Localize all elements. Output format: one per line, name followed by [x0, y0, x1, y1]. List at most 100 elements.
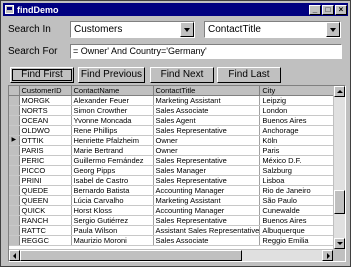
find-first-button[interactable]: Find First [10, 67, 74, 83]
vertical-scrollbar[interactable] [333, 86, 345, 249]
table-cell[interactable]: Sales Representative [153, 175, 261, 186]
table-cell[interactable]: Lúcia Carvalho [71, 195, 154, 206]
table-cell[interactable]: Accounting Manager [153, 205, 261, 216]
table-cell[interactable]: London [259, 105, 337, 116]
row-selector[interactable] [9, 205, 20, 216]
find-last-button[interactable]: Find Last [217, 67, 281, 83]
table-cell[interactable]: Sales Associate [153, 235, 261, 246]
table-cell[interactable]: Albuquerque [259, 225, 337, 236]
row-selector[interactable] [9, 175, 20, 186]
table-cell[interactable]: OTTIK [19, 135, 72, 146]
table-cell[interactable]: PARIS [19, 145, 72, 156]
table-cell[interactable]: Horst Kloss [71, 205, 154, 216]
results-grid[interactable]: CustomerID ContactName ContactTitle City… [8, 85, 346, 262]
row-selector[interactable] [9, 155, 20, 166]
row-selector[interactable] [9, 185, 20, 196]
table-cell[interactable]: Anchorage [259, 125, 337, 136]
table-cell[interactable]: Köln [259, 135, 337, 146]
table-cell[interactable]: Reggio Emilia [259, 235, 337, 246]
table-cell[interactable]: MORGK [19, 95, 72, 106]
close-button[interactable]: × [335, 4, 347, 15]
table-row[interactable]: PRINI Isabel de Castro Sales Representativ… [9, 175, 337, 186]
table-row[interactable]: PERIC Guillermo Fernández Sales Representa… [9, 155, 337, 166]
table-row[interactable]: NORTS Simon Crowther Sales Associate London [9, 105, 337, 116]
row-selector[interactable]: ▶ [9, 135, 20, 146]
column-header[interactable]: ContactTitle [153, 86, 261, 96]
field-select-chevron-down-icon[interactable] [326, 22, 340, 37]
table-row[interactable]: OLDWO Rene Phillips Sales Representative An… [9, 125, 337, 136]
table-cell[interactable]: Maurizio Moroni [71, 235, 154, 246]
column-header[interactable]: City [259, 86, 337, 96]
table-row[interactable]: MORGK Alexander Feuer Marketing Assistant L… [9, 95, 337, 106]
table-cell[interactable]: Simon Crowther [71, 105, 154, 116]
table-cell[interactable]: Guillermo Fernández [71, 155, 154, 166]
row-selector[interactable] [9, 215, 20, 226]
table-cell[interactable]: QUEEN [19, 195, 72, 206]
table-row[interactable]: QUICK Horst Kloss Accounting Manager Cunewa… [9, 205, 337, 216]
table-cell[interactable]: Sales Representative [153, 155, 261, 166]
table-cell[interactable]: Owner [153, 135, 261, 146]
column-header[interactable]: CustomerID [19, 86, 72, 96]
table-row[interactable]: OCEAN Yvonne Moncada Sales Agent Buenos Air… [9, 115, 337, 126]
table-row[interactable]: REGGC Maurizio Moroni Sales Associate Reggi… [9, 235, 337, 246]
table-cell[interactable]: PRINI [19, 175, 72, 186]
row-selector[interactable] [9, 105, 20, 116]
table-cell[interactable]: Rio de Janeiro [259, 185, 337, 196]
horizontal-scroll-thumb[interactable] [20, 250, 242, 261]
table-cell[interactable]: Henriette Pfalzheim [71, 135, 154, 146]
find-next-button[interactable]: Find Next [150, 67, 214, 83]
search-for-input[interactable]: = Owner' And Country='Germany' [70, 44, 342, 59]
table-cell[interactable]: Assistant Sales Representative [153, 225, 261, 236]
table-cell[interactable]: Yvonne Moncada [71, 115, 154, 126]
table-cell[interactable]: Sales Agent [153, 115, 261, 126]
table-cell[interactable]: Marie Bertrand [71, 145, 154, 156]
table-cell[interactable]: QUEDE [19, 185, 72, 196]
table-row[interactable]: RATTC Paula Wilson Assistant Sales Represe… [9, 225, 337, 236]
table-row[interactable]: RANCH Sergio Gutiérrez Sales Representativ… [9, 215, 337, 226]
row-selector[interactable] [9, 125, 20, 136]
row-selector[interactable] [9, 115, 20, 126]
table-cell[interactable]: Lisboa [259, 175, 337, 186]
table-cell[interactable]: Georg Pipps [71, 165, 154, 176]
table-cell[interactable]: Isabel de Castro [71, 175, 154, 186]
table-cell[interactable]: OLDWO [19, 125, 72, 136]
table-cell[interactable]: RATTC [19, 225, 72, 236]
table-cell[interactable]: Cunewalde [259, 205, 337, 216]
row-selector[interactable] [9, 95, 20, 106]
table-row[interactable]: QUEDE Bernardo Batista Accounting Manager R… [9, 185, 337, 196]
table-cell[interactable]: Alexander Feuer [71, 95, 154, 106]
table-cell[interactable]: Sales Representative [153, 125, 261, 136]
table-cell[interactable]: Paris [259, 145, 337, 156]
table-cell[interactable]: Marketing Assistant [153, 95, 261, 106]
scroll-right-icon[interactable] [322, 250, 333, 261]
table-cell[interactable]: México D.F. [259, 155, 337, 166]
table-row[interactable]: QUEEN Lúcia Carvalho Marketing Assistant Sã… [9, 195, 337, 206]
table-cell[interactable]: Rene Phillips [71, 125, 154, 136]
horizontal-scrollbar[interactable] [9, 249, 333, 261]
row-selector[interactable] [9, 235, 20, 246]
minimize-button[interactable]: _ [309, 4, 321, 15]
app-icon[interactable] [5, 5, 14, 14]
table-cell[interactable]: São Paulo [259, 195, 337, 206]
table-cell[interactable]: Owner [153, 145, 261, 156]
table-cell[interactable]: REGGC [19, 235, 72, 246]
table-cell[interactable]: OCEAN [19, 115, 72, 126]
row-selector-header[interactable] [9, 86, 20, 96]
scroll-left-icon[interactable] [9, 250, 20, 261]
table-cell[interactable]: Sales Associate [153, 105, 261, 116]
title-bar[interactable]: findDemo _ □ × [3, 3, 348, 16]
column-header[interactable]: ContactName [71, 86, 154, 96]
table-cell[interactable]: Accounting Manager [153, 185, 261, 196]
table-cell[interactable]: PICCO [19, 165, 72, 176]
vertical-scroll-thumb[interactable] [334, 190, 345, 214]
table-cell[interactable]: NORTS [19, 105, 72, 116]
table-cell[interactable]: Leipzig [259, 95, 337, 106]
table-select[interactable]: Customers [70, 21, 195, 38]
table-cell[interactable]: Salzburg [259, 165, 337, 176]
table-cell[interactable]: Buenos Aires [259, 115, 337, 126]
table-cell[interactable]: Bernardo Batista [71, 185, 154, 196]
row-selector[interactable] [9, 225, 20, 236]
maximize-button[interactable]: □ [322, 4, 334, 15]
table-cell[interactable]: Buenos Aires [259, 215, 337, 226]
row-selector[interactable] [9, 195, 20, 206]
